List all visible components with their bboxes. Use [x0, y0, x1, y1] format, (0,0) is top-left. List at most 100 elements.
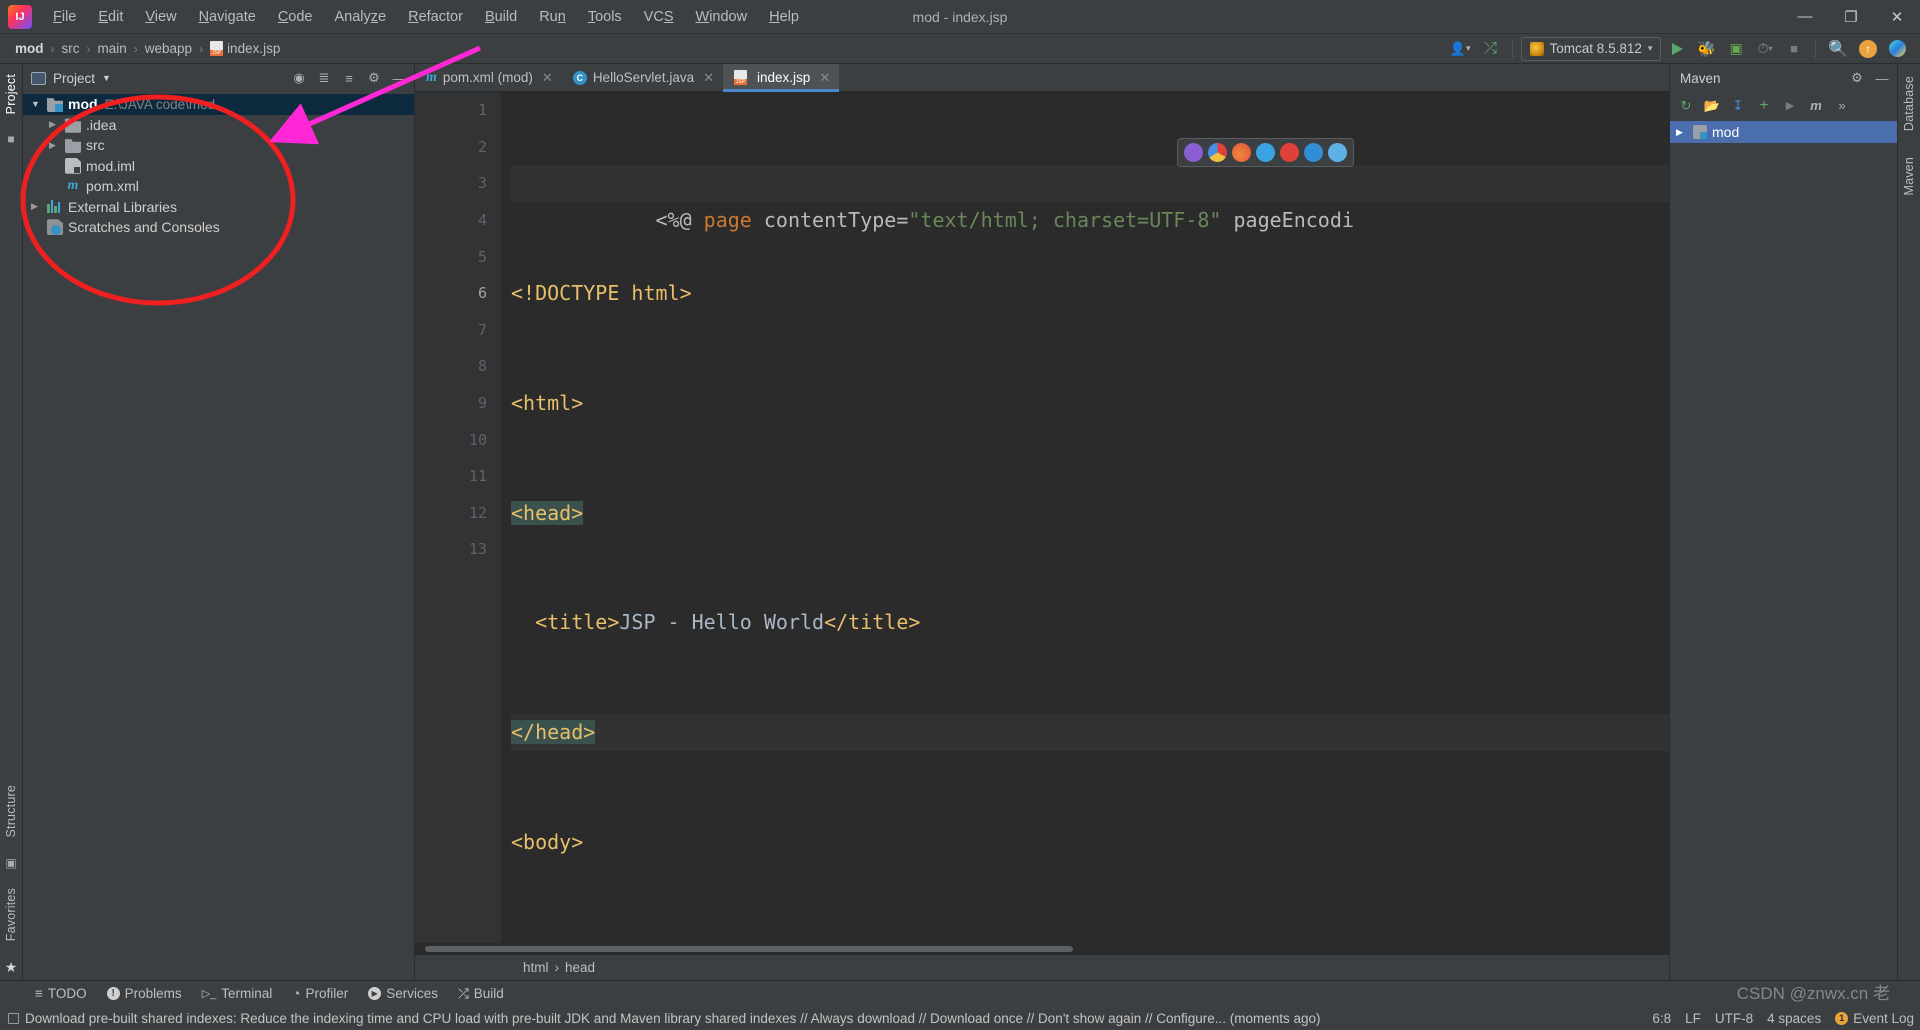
chevron-right-icon[interactable]: ▶ — [49, 140, 65, 151]
tool-window-build[interactable]: ⤮ Build — [449, 983, 513, 1005]
tree-item-modiml[interactable]: mod.iml — [23, 156, 414, 177]
run-maven-goal-icon[interactable]: ▶ — [1778, 94, 1802, 117]
more-icon[interactable]: » — [1830, 94, 1854, 117]
menu-item-help[interactable]: Help — [758, 4, 810, 30]
file-encoding[interactable]: UTF-8 — [1715, 1011, 1753, 1026]
add-icon[interactable]: + — [1752, 94, 1776, 117]
tree-item-pomxml[interactable]: m pom.xml — [23, 176, 414, 197]
line-number-gutter[interactable]: 1 2 3 4 5 6 7 8 9 10 11 12 13 — [415, 92, 501, 943]
menu-item-window[interactable]: Window — [685, 4, 759, 30]
user-account-icon[interactable]: 👤 ▾ — [1446, 37, 1475, 61]
breadcrumb-item-html[interactable]: html — [523, 960, 549, 975]
menu-item-view[interactable]: View — [134, 4, 187, 30]
close-icon[interactable]: ✕ — [819, 70, 830, 86]
hide-panel-icon[interactable]: — — [388, 67, 410, 89]
event-log-button[interactable]: 1 Event Log — [1835, 1011, 1914, 1026]
chevron-down-icon[interactable]: ▼ — [31, 99, 47, 109]
horizontal-scrollbar[interactable] — [415, 943, 1669, 954]
tree-item-external-libraries[interactable]: ▶ External Libraries — [23, 197, 414, 218]
menu-item-edit[interactable]: Edit — [87, 4, 134, 30]
update-project-icon[interactable]: ↑ — [1855, 37, 1881, 61]
collapse-all-icon[interactable]: ≣ — [313, 67, 335, 89]
safari-icon[interactable] — [1328, 143, 1347, 162]
chevron-right-icon[interactable]: ▶ — [1676, 127, 1688, 138]
code-text-area[interactable]: <%@ page contentType="text/html; charset… — [501, 92, 1669, 943]
menu-item-vcs[interactable]: VCS — [633, 4, 685, 30]
chevron-down-icon[interactable]: ▼ — [102, 73, 111, 83]
execute-goal-icon[interactable]: m — [1804, 94, 1828, 117]
minimize-icon[interactable]: — — [1782, 0, 1828, 34]
ie-icon[interactable] — [1304, 143, 1323, 162]
close-icon[interactable]: ✕ — [1874, 0, 1920, 34]
menu-item-run[interactable]: Run — [528, 4, 577, 30]
tree-item-mod[interactable]: ▼ mod E:\JAVA code\mod — [23, 94, 414, 115]
breadcrumb-item-head[interactable]: head — [565, 960, 595, 975]
tool-window-profiler[interactable]: ◔ Profiler — [283, 983, 357, 1004]
editor-tab-pomxml[interactable]: m pom.xml (mod) ✕ — [415, 64, 562, 91]
sidebar-item-maven[interactable]: Maven — [1900, 151, 1918, 202]
bookmarks-icon[interactable]: ▣ — [5, 856, 16, 870]
download-sources-icon[interactable]: ↧ — [1726, 94, 1750, 117]
tree-item-idea[interactable]: ▶ .idea — [23, 115, 414, 136]
breadcrumb-item-webapp[interactable]: webapp — [142, 39, 195, 58]
chevron-right-icon[interactable]: ▶ — [31, 201, 47, 212]
tool-window-terminal[interactable]: ▷_ Terminal — [193, 983, 282, 1004]
firefox-icon[interactable] — [1232, 143, 1251, 162]
menu-item-build[interactable]: Build — [474, 4, 528, 30]
settings-gear-icon[interactable]: ⚙ — [363, 67, 385, 89]
breadcrumb-item-indexjsp[interactable]: index.jsp — [207, 39, 283, 58]
tool-window-services[interactable]: ▶ Services — [359, 983, 447, 1004]
browser-preview-popup[interactable] — [1177, 138, 1354, 167]
intellij-preview-icon[interactable] — [1184, 143, 1203, 162]
search-everywhere-icon[interactable]: 🔍 — [1824, 37, 1852, 61]
line-separator[interactable]: LF — [1685, 1011, 1701, 1026]
run-with-coverage-icon[interactable]: ▣ — [1723, 37, 1749, 61]
tree-item-scratches[interactable]: Scratches and Consoles — [23, 217, 414, 238]
run-play-icon[interactable] — [1664, 37, 1690, 61]
menu-item-file[interactable]: File — [42, 4, 87, 30]
tool-window-problems[interactable]: ! Problems — [98, 983, 191, 1004]
status-message[interactable]: Download pre-built shared indexes: Reduc… — [25, 1011, 1321, 1026]
add-maven-project-icon[interactable]: 📂 — [1700, 94, 1724, 117]
breadcrumb-item-mod[interactable]: mod — [12, 39, 47, 58]
build-hammer-icon[interactable]: ⤮ — [1478, 37, 1504, 61]
scrollbar-thumb[interactable] — [425, 946, 1073, 952]
close-icon[interactable]: ✕ — [703, 70, 714, 86]
menu-item-analyze[interactable]: Analyze — [324, 4, 398, 30]
hide-panel-icon[interactable]: — — [1871, 67, 1893, 89]
menu-item-refactor[interactable]: Refactor — [397, 4, 474, 30]
tool-window-todo[interactable]: ≡ TODO — [26, 983, 96, 1004]
notification-square-icon[interactable] — [8, 1012, 19, 1024]
debug-bug-icon[interactable]: 🐝 — [1693, 37, 1720, 61]
editor-tab-helloservlet[interactable]: C HelloServlet.java ✕ — [562, 64, 723, 91]
close-icon[interactable]: ✕ — [542, 70, 553, 86]
opera-icon[interactable] — [1280, 143, 1299, 162]
menu-item-code[interactable]: Code — [267, 4, 324, 30]
code-editor[interactable]: 1 2 3 4 5 6 7 8 9 10 11 12 13 <%@ page c… — [415, 92, 1669, 943]
breadcrumb-item-main[interactable]: main — [95, 39, 130, 58]
tree-item-src[interactable]: ▶ src — [23, 135, 414, 156]
sidebar-item-project[interactable]: Project — [2, 68, 20, 120]
breadcrumb-item-src[interactable]: src — [59, 39, 83, 58]
menu-item-tools[interactable]: Tools — [577, 4, 633, 30]
indent-setting[interactable]: 4 spaces — [1767, 1011, 1821, 1026]
chevron-right-icon[interactable]: ▶ — [49, 119, 65, 130]
caret-position[interactable]: 6:8 — [1652, 1011, 1671, 1026]
settings-gear-icon[interactable]: ⚙ — [1846, 67, 1868, 89]
profile-icon[interactable]: ⏱ ▾ — [1752, 37, 1778, 61]
chrome-icon[interactable] — [1208, 143, 1227, 162]
locate-icon[interactable]: ◉ — [288, 67, 310, 89]
menu-item-navigate[interactable]: Navigate — [188, 4, 267, 30]
expand-all-icon[interactable]: ≡ — [338, 67, 360, 89]
maximize-icon[interactable]: ❐ — [1828, 0, 1874, 34]
maven-tree-item-mod[interactable]: ▶ mod — [1670, 121, 1897, 143]
sidebar-item-structure[interactable]: Structure — [2, 779, 20, 844]
ide-features-icon[interactable] — [1884, 37, 1910, 61]
sidebar-item-favorites[interactable]: Favorites — [2, 882, 20, 947]
editor-tab-indexjsp[interactable]: index.jsp ✕ — [723, 64, 840, 92]
edge-icon[interactable] — [1256, 143, 1275, 162]
commit-icon[interactable]: ■ — [7, 132, 14, 146]
sidebar-item-database[interactable]: Database — [1900, 70, 1918, 137]
stop-icon[interactable]: ■ — [1781, 37, 1807, 61]
reload-all-icon[interactable]: ↻ — [1674, 94, 1698, 117]
